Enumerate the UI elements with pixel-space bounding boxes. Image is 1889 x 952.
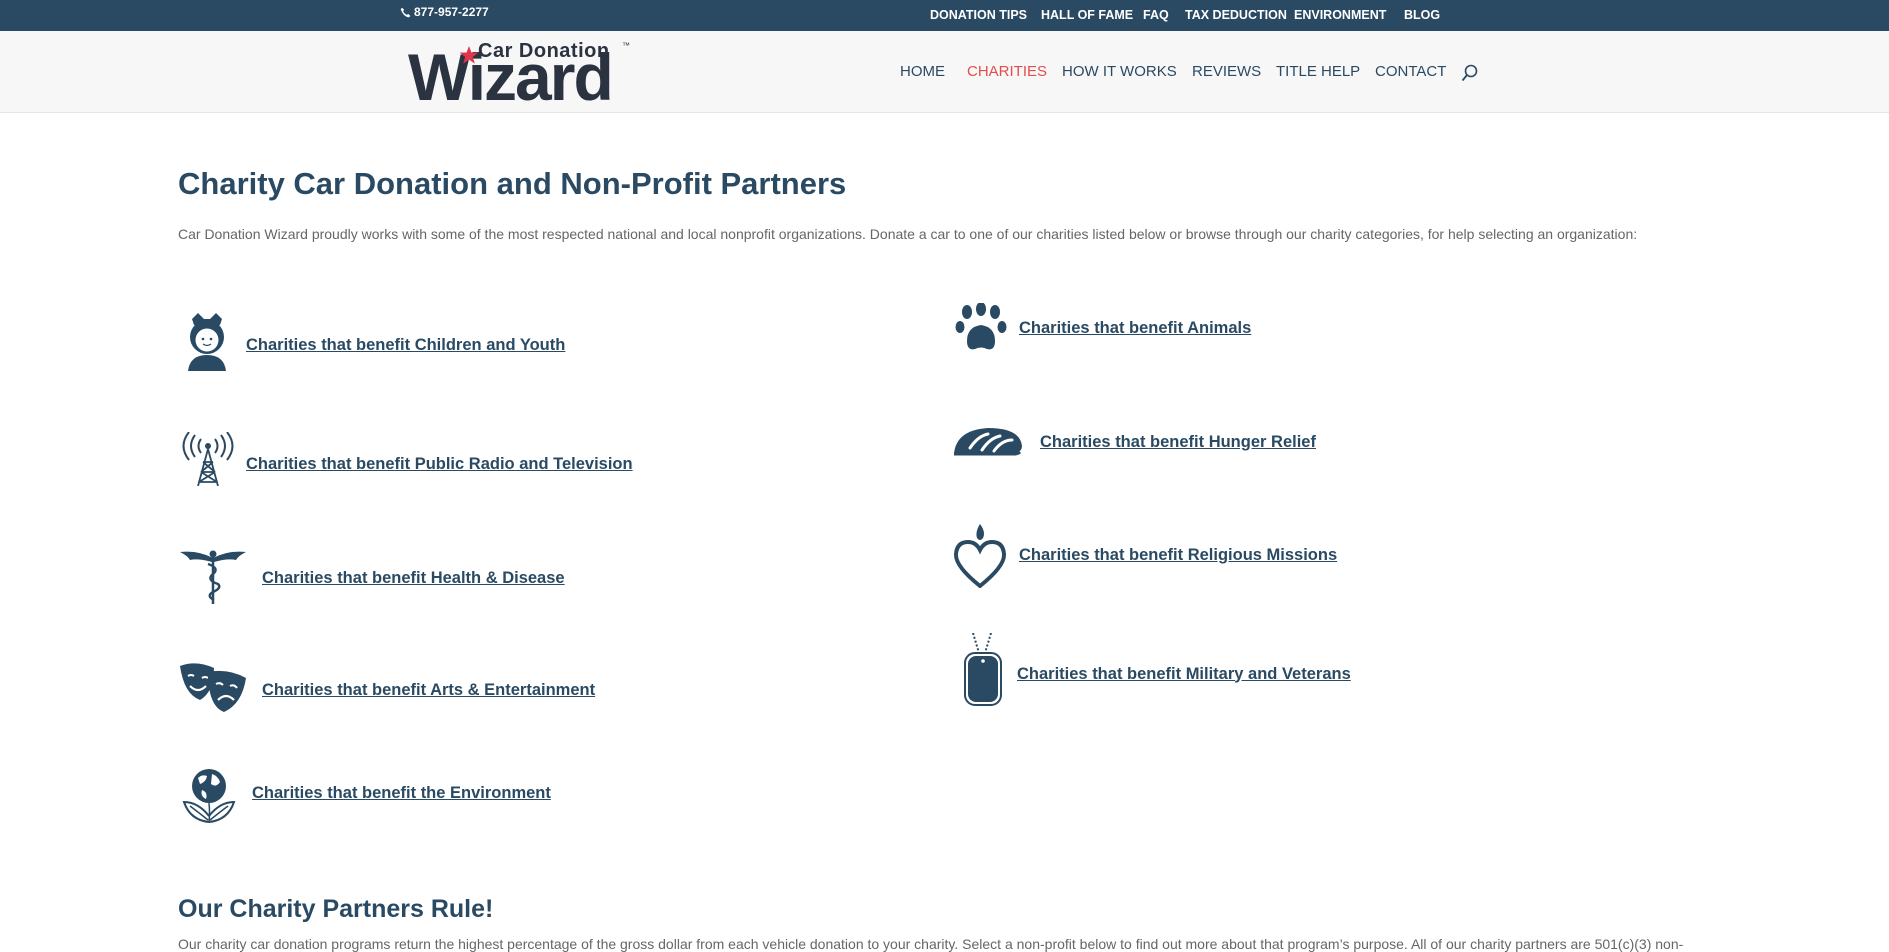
theater-masks-icon: [180, 663, 246, 712]
category-link[interactable]: Charities that benefit Children and Yout…: [246, 336, 565, 355]
bread-icon: [954, 428, 1022, 456]
nav-title-help[interactable]: TITLE HELP: [1276, 63, 1360, 80]
toplink-blog[interactable]: BLOG: [1404, 8, 1440, 22]
category-radio-tv: Charities that benefit Public Radio and …: [182, 432, 633, 486]
category-link[interactable]: Charities that benefit Arts & Entertainm…: [262, 681, 595, 700]
category-hunger: Charities that benefit Hunger Relief: [952, 424, 1316, 460]
search-icon[interactable]: [1461, 64, 1479, 82]
globe-leaf-icon: [182, 769, 236, 823]
logo-trademark: ™: [622, 41, 630, 50]
radio-tower-icon: [182, 432, 234, 486]
toplink-faq[interactable]: FAQ: [1143, 8, 1169, 22]
nav-home[interactable]: HOME: [900, 63, 945, 80]
category-environment: Charities that benefit the Environment: [180, 766, 551, 824]
phone-number-text: 877-957-2277: [414, 5, 489, 19]
toplink-donation-tips[interactable]: DONATION TIPS: [930, 8, 1027, 22]
category-link[interactable]: Charities that benefit Health & Disease: [262, 569, 565, 588]
site-logo[interactable]: Car Donation Wizard ™: [408, 40, 632, 110]
nav-how-it-works[interactable]: HOW IT WORKS: [1062, 63, 1177, 80]
category-link[interactable]: Charities that benefit Military and Vete…: [1017, 665, 1351, 684]
phone-number[interactable]: 877-957-2277: [400, 5, 489, 19]
partners-text: Our charity car donation programs return…: [178, 936, 1684, 952]
paw-icon: [955, 303, 1007, 350]
page-title: Charity Car Donation and Non-Profit Part…: [178, 166, 847, 201]
category-link[interactable]: Charities that benefit Public Radio and …: [246, 455, 633, 474]
category-link[interactable]: Charities that benefit Hunger Relief: [1040, 433, 1316, 452]
logo-big-text: Wizard: [408, 40, 614, 114]
phone-icon: [400, 7, 411, 17]
top-bar: 877-957-2277 DONATION TIPS HALL OF FAME …: [0, 0, 1889, 31]
category-link[interactable]: Charities that benefit Animals: [1019, 319, 1251, 338]
toplink-environment[interactable]: ENVIRONMENT: [1294, 8, 1386, 22]
girl-icon: [188, 313, 226, 371]
nav-contact[interactable]: CONTACT: [1375, 63, 1446, 80]
toplink-tax-deduction[interactable]: TAX DEDUCTION: [1185, 8, 1287, 22]
category-arts: Charities that benefit Arts & Entertainm…: [178, 662, 595, 712]
dog-tag-icon: [964, 633, 1002, 706]
intro-text: Car Donation Wizard proudly works with s…: [178, 226, 1638, 242]
category-religious: Charities that benefit Religious Mission…: [953, 522, 1337, 588]
nav-reviews[interactable]: REVIEWS: [1192, 63, 1261, 80]
main-header: Car Donation Wizard ™ HOME CHARITIES HOW…: [0, 31, 1889, 113]
star-icon: [459, 46, 479, 64]
nav-charities[interactable]: CHARITIES: [967, 63, 1047, 80]
caduceus-icon: [180, 550, 246, 604]
category-animals: Charities that benefit Animals: [955, 303, 1251, 353]
category-health-disease: Charities that benefit Health & Disease: [178, 546, 565, 604]
heart-flame-icon: [954, 524, 1006, 588]
category-children-youth: Charities that benefit Children and Yout…: [182, 309, 565, 371]
partners-heading: Our Charity Partners Rule!: [178, 895, 494, 923]
category-link[interactable]: Charities that benefit Religious Mission…: [1019, 546, 1337, 565]
category-link[interactable]: Charities that benefit the Environment: [252, 784, 551, 803]
category-military: Charities that benefit Military and Vete…: [963, 633, 1351, 707]
toplink-hall-of-fame[interactable]: HALL OF FAME: [1041, 8, 1133, 22]
